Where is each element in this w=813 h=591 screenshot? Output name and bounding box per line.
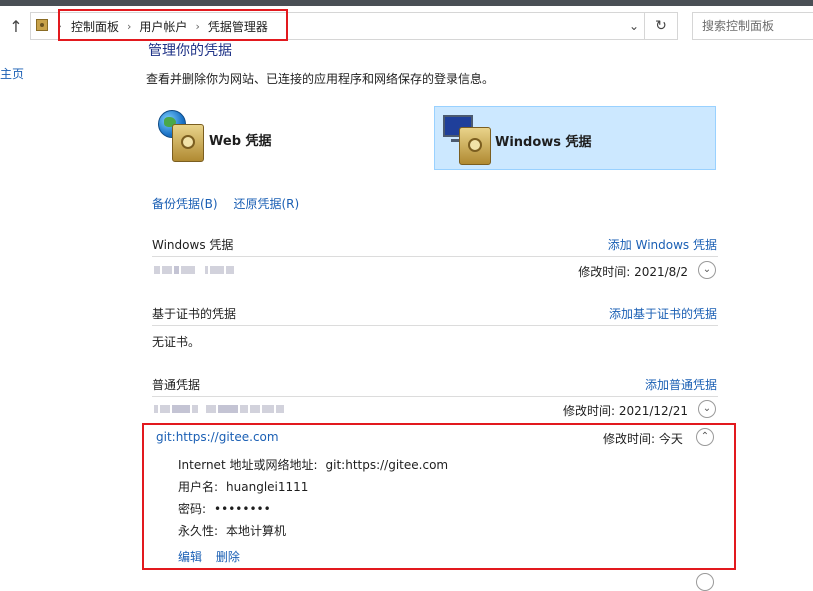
search-input[interactable]: 搜索控制面板 xyxy=(692,12,813,40)
sidebar-home-link[interactable]: 主页 xyxy=(0,65,24,82)
detail-value: 本地计算机 xyxy=(226,524,287,538)
blurred-credential-name xyxy=(154,266,236,276)
restore-credentials-link[interactable]: 还原凭据(R) xyxy=(233,197,299,211)
web-credentials-label: Web 凭据 xyxy=(209,134,272,149)
modified-time: 修改时间: 2021/12/21 xyxy=(562,404,688,418)
vault-icon xyxy=(172,124,204,162)
vault-icon xyxy=(459,127,491,165)
divider xyxy=(152,396,718,397)
credential-name[interactable]: git:https://gitee.com xyxy=(156,430,279,444)
highlight-box-breadcrumb xyxy=(58,9,288,41)
add-certificate-credential-link[interactable]: 添加基于证书的凭据 xyxy=(609,305,717,322)
credential-row[interactable]: 修改时间: 2021/8/2 ⌄ xyxy=(152,260,718,282)
detail-value: huanglei1111 xyxy=(226,480,309,494)
detail-value: git:https://gitee.com xyxy=(325,458,449,472)
web-credentials-tile[interactable]: Web 凭据 xyxy=(152,106,412,170)
edit-credential-link[interactable]: 编辑 xyxy=(178,550,202,564)
chevron-down-icon[interactable]: ⌄ xyxy=(629,18,639,34)
chevron-down-icon[interactable]: ⌄ xyxy=(698,261,716,279)
section-title: Windows 凭据 xyxy=(152,238,234,252)
blurred-credential-name xyxy=(154,405,286,415)
detail-key: Internet 地址或网络地址: xyxy=(178,458,318,472)
add-generic-credential-link[interactable]: 添加普通凭据 xyxy=(645,376,717,393)
up-arrow-icon[interactable]: ↑ xyxy=(8,17,24,37)
detail-value: •••••••• xyxy=(214,502,271,516)
section-title: 基于证书的凭据 xyxy=(152,307,237,321)
detail-password: 密码: •••••••• xyxy=(178,500,271,517)
delete-credential-link[interactable]: 删除 xyxy=(216,550,240,564)
window-top-strip xyxy=(0,0,813,6)
detail-address: Internet 地址或网络地址: git:https://gitee.com xyxy=(178,456,448,473)
detail-username: 用户名: huanglei1111 xyxy=(178,478,308,495)
chevron-down-icon[interactable] xyxy=(696,573,714,591)
chevron-down-icon[interactable]: ⌄ xyxy=(698,400,716,418)
windows-credentials-tile[interactable]: Windows 凭据 xyxy=(434,106,716,170)
add-windows-credential-link[interactable]: 添加 Windows 凭据 xyxy=(608,236,717,253)
credential-actions: 编辑 删除 xyxy=(178,548,250,565)
detail-key: 永久性: xyxy=(178,524,219,538)
divider xyxy=(152,325,718,326)
backup-restore-links: 备份凭据(B) 还原凭据(R) xyxy=(152,195,311,212)
windows-credentials-label: Windows 凭据 xyxy=(495,135,592,150)
divider xyxy=(152,256,718,257)
empty-state-text: 无证书。 xyxy=(152,335,201,349)
refresh-icon[interactable]: ↻ xyxy=(644,13,677,39)
detail-key: 密码: xyxy=(178,502,207,516)
backup-credentials-link[interactable]: 备份凭据(B) xyxy=(152,197,218,211)
page-title: 管理你的凭据 xyxy=(148,43,232,56)
detail-key: 用户名: xyxy=(178,480,219,494)
detail-persistence: 永久性: 本地计算机 xyxy=(178,522,286,539)
credential-row[interactable]: 修改时间: 2021/12/21 ⌄ xyxy=(152,399,718,421)
modified-time: 修改时间: 今天 xyxy=(603,432,683,446)
page-description: 查看并删除你为网站、已连接的应用程序和网络保存的登录信息。 xyxy=(146,72,495,86)
control-panel-icon xyxy=(36,19,48,31)
chevron-up-icon[interactable]: ⌃ xyxy=(696,428,714,446)
section-title: 普通凭据 xyxy=(152,378,201,392)
modified-time: 修改时间: 2021/8/2 xyxy=(578,265,688,279)
